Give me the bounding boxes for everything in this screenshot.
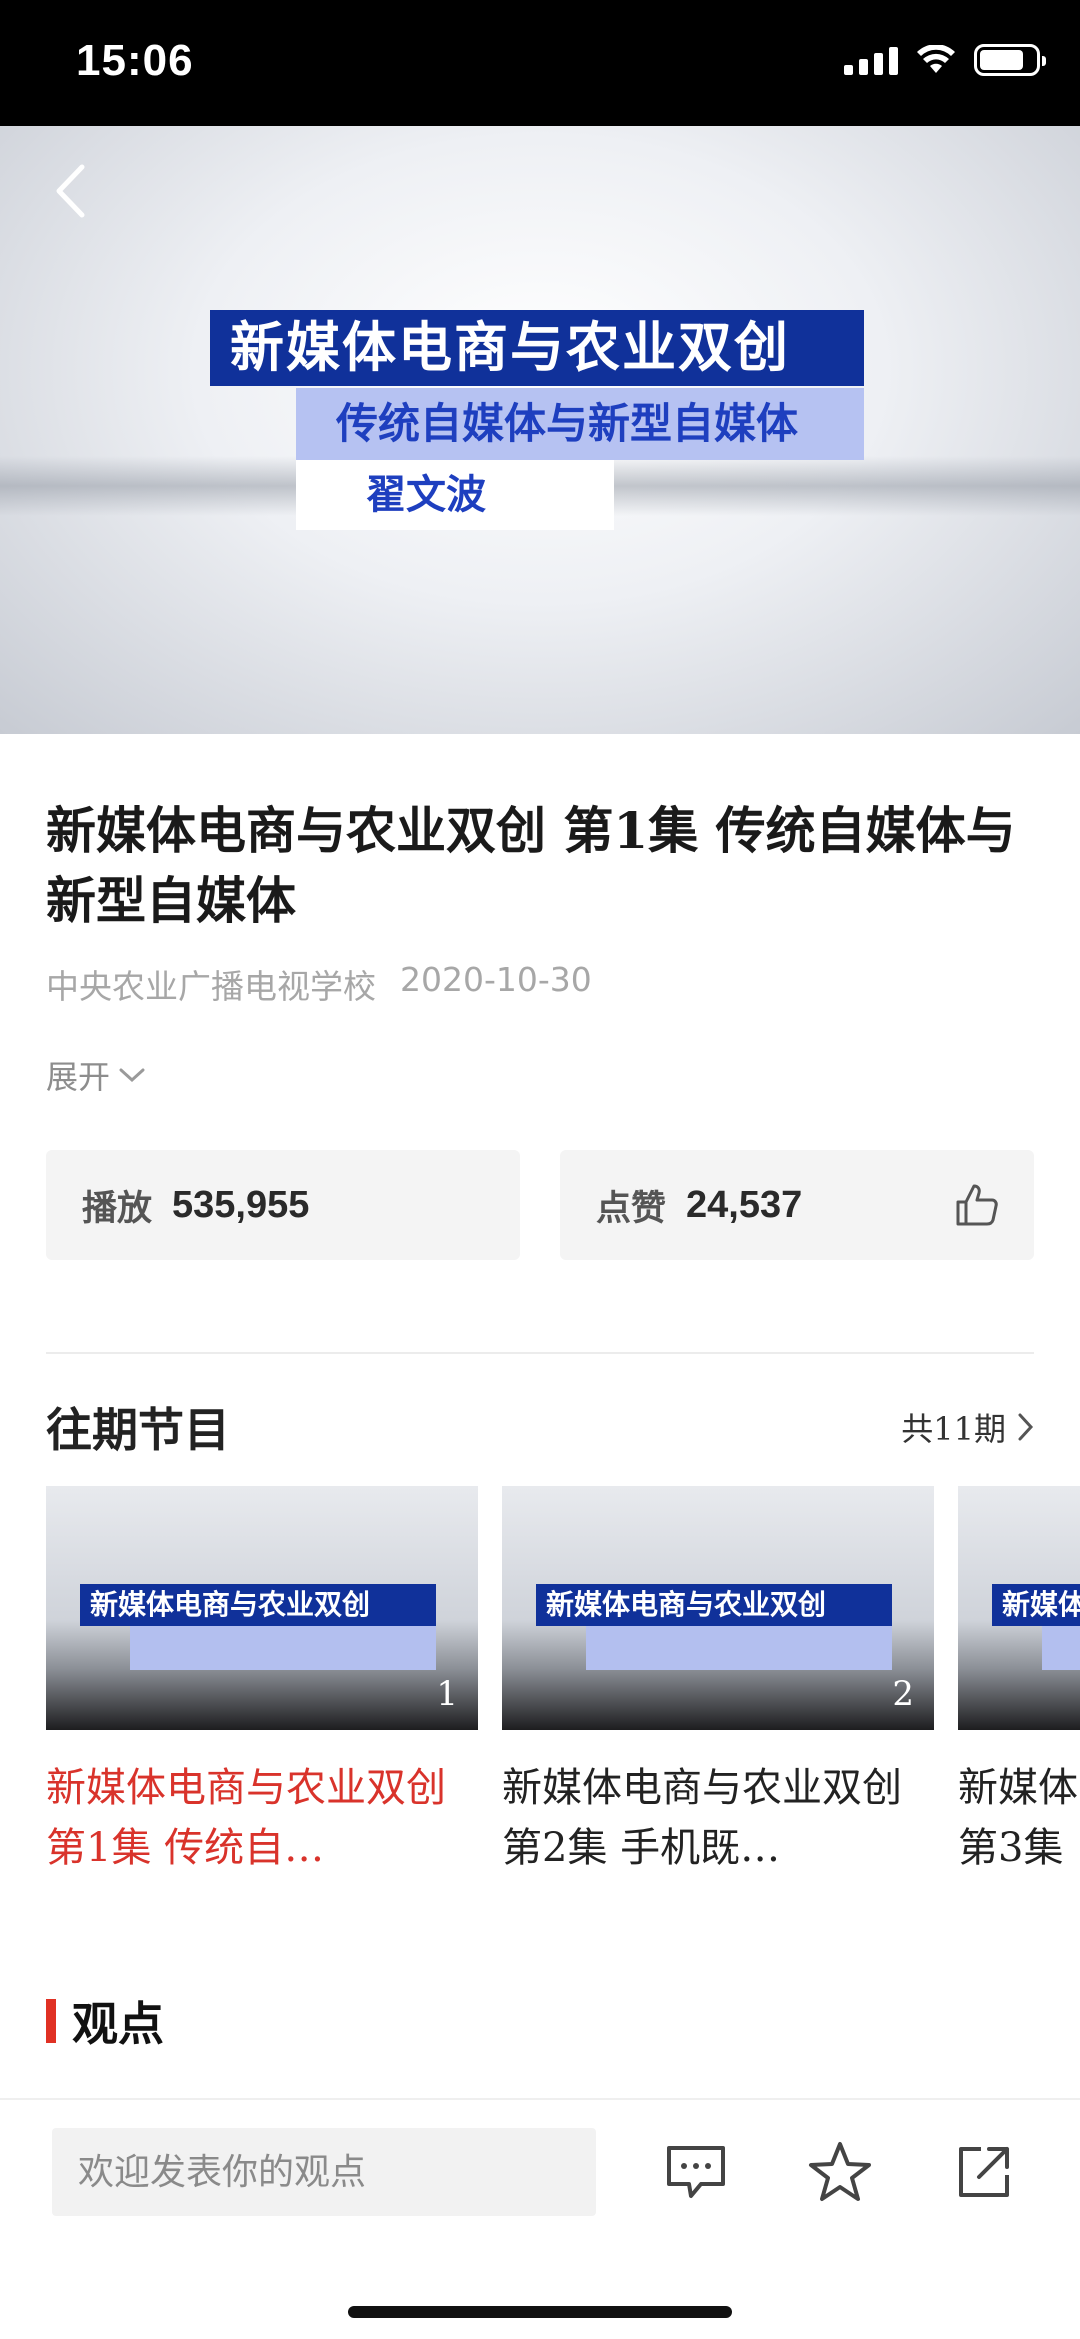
comment-input[interactable] (52, 2128, 596, 2216)
thumbs-up-icon (956, 1184, 998, 1226)
episode-total: 共11期 (901, 1410, 1006, 1448)
share-button[interactable] (950, 2138, 1018, 2206)
opinion-heading: 观点 (72, 1997, 164, 2051)
publisher-name[interactable]: 中央农业广播电视学校 (46, 960, 376, 1008)
video-player[interactable]: 新媒体电商与农业双创 传统自媒体与新型自媒体 翟文波 (0, 126, 1080, 734)
episode-card-title: 新媒体电商与农业双创 第1集 传统自… (46, 1765, 446, 1871)
back-button[interactable] (44, 156, 96, 226)
episode-number: 1 (436, 1674, 458, 1714)
chevron-right-icon (1018, 1413, 1034, 1441)
video-card-title: 新媒体电商与农业双创 (210, 310, 864, 386)
episode-card[interactable]: 新媒体电商与农业双创 3 新媒体电商与农业双创 第3集 (958, 1486, 1080, 1878)
episode-title: 新媒体电商与农业双创 第1集 传统自媒体与新型自媒体 (46, 801, 1016, 930)
favorite-button[interactable] (806, 2138, 874, 2206)
share-icon (959, 2147, 1009, 2197)
episode-meta: 中央农业广播电视学校 2020-10-30 (46, 960, 592, 1008)
like-label: 点赞 (596, 1187, 667, 1229)
wifi-icon (917, 45, 955, 73)
episode-card[interactable]: 新媒体电商与农业双创 2 新媒体电商与农业双创 第2集 手机既… (502, 1486, 934, 1878)
episode-card-title: 新媒体电商与农业双创 第3集 (958, 1765, 1080, 1871)
chevron-down-icon (119, 1068, 145, 1083)
episode-thumbnail: 新媒体电商与农业双创 3 (958, 1486, 1080, 1730)
video-card-presenter: 翟文波 (296, 460, 614, 530)
video-card-subtitle: 传统自媒体与新型自媒体 (296, 388, 864, 460)
status-bar: 15:06 (0, 0, 1080, 126)
past-episodes-heading: 往期节目 (46, 1403, 230, 1457)
expand-button[interactable]: 展开 (46, 1052, 146, 1098)
comment-icon (667, 2146, 725, 2198)
opinion-section-heading: 观点 (46, 1988, 164, 2054)
publish-date: 2020-10-30 (400, 960, 592, 999)
battery-icon (974, 44, 1046, 76)
star-icon (809, 2142, 871, 2201)
divider (46, 1352, 1034, 1354)
episode-card-title: 新媒体电商与农业双创 第2集 手机既… (502, 1765, 902, 1871)
status-time: 15:06 (76, 36, 194, 85)
like-count: 24,537 (686, 1183, 803, 1226)
all-episodes-link[interactable]: 共11期 (901, 1404, 1034, 1450)
back-arrow-icon (56, 164, 85, 218)
status-icons (844, 44, 1046, 76)
play-label: 播放 (82, 1187, 153, 1229)
like-button[interactable]: 点赞 24,537 (560, 1150, 1034, 1260)
play-count-box: 播放 535,955 (46, 1150, 520, 1260)
bottom-action-bar (0, 2098, 1080, 2339)
expand-label: 展开 (46, 1058, 111, 1096)
episode-thumbnail: 新媒体电商与农业双创 2 (502, 1486, 934, 1730)
episode-card[interactable]: 新媒体电商与农业双创 1 新媒体电商与农业双创 第1集 传统自… (46, 1486, 478, 1878)
section-marker (46, 1999, 56, 2043)
episode-thumbnail: 新媒体电商与农业双创 1 (46, 1486, 478, 1730)
cellular-signal-icon (844, 45, 898, 75)
episode-list[interactable]: 新媒体电商与农业双创 1 新媒体电商与农业双创 第1集 传统自… 新媒体电商与农… (46, 1486, 1080, 1886)
home-indicator (348, 2306, 732, 2318)
play-count: 535,955 (172, 1183, 310, 1226)
comment-button[interactable] (662, 2138, 730, 2206)
episode-number: 2 (892, 1674, 914, 1714)
